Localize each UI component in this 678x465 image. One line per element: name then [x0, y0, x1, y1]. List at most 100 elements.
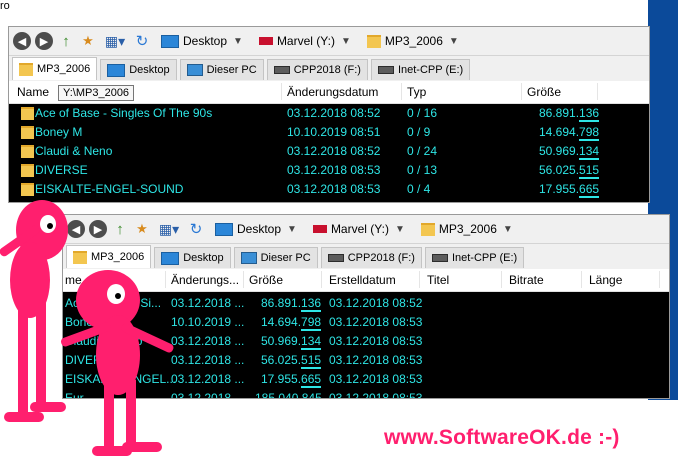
cell-modified: 03.12.2018 08:52 [287, 106, 381, 120]
tab-label: MP3_2006 [37, 63, 91, 75]
cell-name: Boney M [35, 125, 83, 139]
size-underlined: 136 [579, 106, 600, 122]
drive-icon [327, 254, 344, 262]
table-row[interactable]: Ace of Base - Singles Of The 90s 03.12.2… [9, 104, 649, 123]
size-underlined: 136 [301, 296, 322, 312]
size-underlined: 515 [579, 163, 600, 179]
size-underlined: 134 [579, 144, 600, 160]
tab-label: Inet-CPP (E:) [451, 252, 518, 264]
folder-icon [21, 126, 34, 139]
marvel-drive-icon [312, 225, 327, 233]
cell-size: 50.969.134 [261, 334, 322, 350]
table-row[interactable]: Claudi & Neno 03.12.2018 08:52 0 / 24 50… [9, 142, 649, 161]
cell-modified: 10.10.2019 08:51 [287, 125, 381, 139]
chevron-down-icon[interactable]: ▼ [233, 36, 243, 47]
folder-icon [420, 222, 435, 236]
breadcrumb-marvel[interactable]: Marvel (Y:) ▼ [307, 218, 411, 240]
column-header-modified[interactable]: Änderungsdatum [287, 85, 378, 99]
folder-icon [366, 34, 381, 48]
cell-modified: 03.12.2018 ... [171, 296, 245, 310]
table-row[interactable]: Boney M 10.10.2019 08:51 0 / 9 14.694.79… [9, 123, 649, 142]
cell-modified: 03.12.2018 08:53 [287, 182, 381, 196]
cell-size: 86.891.136 [261, 296, 322, 312]
watermark-text: www.SoftwareOK.de :-) [384, 426, 620, 449]
column-header-name[interactable]: Name [17, 85, 49, 99]
forward-arrow-icon[interactable]: ▶ [35, 32, 53, 50]
column-header-size[interactable]: Größe [527, 85, 561, 99]
cell-type: 0 / 13 [407, 163, 438, 177]
tab-cpp2018[interactable]: CPP2018 (F:) [266, 59, 368, 80]
column-header-size[interactable]: Größe [249, 273, 283, 287]
size-underlined: 515 [301, 353, 322, 369]
tab-cpp2018[interactable]: CPP2018 (F:) [320, 247, 422, 268]
drive-icon [273, 66, 290, 74]
column-header-title[interactable]: Titel [427, 273, 449, 287]
pc-icon [240, 252, 257, 264]
refresh-icon[interactable]: ↻ [133, 32, 151, 50]
size-main: 86.891. [539, 106, 580, 120]
cell-size: 14.694.798 [539, 125, 600, 141]
cell-modified: 03.12.2018 ... [171, 372, 245, 386]
refresh-icon[interactable]: ↻ [187, 220, 205, 238]
tab-inet-cpp[interactable]: Inet-CPP (E:) [424, 247, 525, 268]
file-list: Ace of Base - Singles Of The 90s 03.12.2… [9, 104, 649, 202]
tab-label: Dieser PC [260, 252, 311, 264]
chevron-down-icon[interactable]: ▼ [503, 224, 513, 235]
size-main: 17.955. [261, 372, 302, 386]
column-header-length[interactable]: Länge [589, 273, 622, 287]
size-main: 56.025. [539, 163, 580, 177]
column-header-modified[interactable]: Änderungs... [171, 273, 239, 287]
cell-modified: 03.12.2018 08:53 [287, 163, 381, 177]
cell-modified: 03.12.2018 ... [171, 353, 245, 367]
size-main: 50.969. [539, 144, 580, 158]
desktop-icon [107, 63, 126, 77]
tab-bar: MP3_2006 Desktop Dieser PC CPP2018 (F:) … [9, 56, 649, 80]
size-main: 14.694. [261, 315, 302, 329]
view-grid-icon[interactable]: ▦▾ [101, 32, 129, 50]
breadcrumb-desktop[interactable]: Desktop ▼ [155, 30, 249, 52]
drive-icon [377, 66, 394, 74]
cell-modified: 10.10.2019 ... [171, 315, 245, 329]
cell-size: 86.891.136 [539, 106, 600, 122]
breadcrumb-mp3[interactable]: MP3_2006 ▼ [361, 30, 465, 52]
chevron-down-icon[interactable]: ▼ [449, 36, 459, 47]
tab-label: CPP2018 (F:) [347, 252, 415, 264]
tab-mp3-2006[interactable]: MP3_2006 [12, 57, 98, 80]
cell-modified: 03.12.2018 ... [171, 391, 245, 399]
cell-type: 0 / 16 [407, 106, 438, 120]
tab-dieser-pc[interactable]: Dieser PC [233, 247, 318, 268]
breadcrumb-label: MP3_2006 [384, 34, 443, 48]
cell-name: DIVERSE [35, 163, 88, 177]
breadcrumb-marvel[interactable]: Marvel (Y:) ▼ [253, 30, 357, 52]
cell-created: 03.12.2018 08:53 [329, 391, 423, 399]
favorites-icon[interactable]: ★ [79, 32, 97, 50]
breadcrumb-label: Desktop [237, 222, 282, 236]
up-arrow-icon[interactable]: ↑ [57, 32, 75, 50]
breadcrumb-desktop[interactable]: Desktop ▼ [209, 218, 303, 240]
marvel-drive-icon [258, 37, 273, 45]
column-header-bitrate[interactable]: Bitrate [509, 273, 544, 287]
chevron-down-icon[interactable]: ▼ [287, 224, 297, 235]
chevron-down-icon[interactable]: ▼ [341, 36, 351, 47]
table-row[interactable]: DIVERSE 03.12.2018 08:53 0 / 13 56.025.5… [9, 161, 649, 180]
size-underlined: 134 [301, 334, 322, 350]
column-header-type[interactable]: Typ [407, 85, 426, 99]
folder-icon [21, 164, 34, 177]
size-main: 17.955. [539, 182, 580, 196]
mascot-figures-icon [0, 200, 174, 456]
column-header-created[interactable]: Erstelldatum [329, 273, 396, 287]
breadcrumb-mp3[interactable]: MP3_2006 ▼ [415, 218, 519, 240]
chevron-down-icon[interactable]: ▼ [395, 224, 405, 235]
tab-inet-cpp[interactable]: Inet-CPP (E:) [370, 59, 471, 80]
folder-icon [21, 107, 34, 120]
back-arrow-icon[interactable]: ◀ [13, 32, 31, 50]
size-underlined: 665 [579, 182, 600, 198]
cell-name: Claudi & Neno [35, 144, 113, 158]
cell-created: 03.12.2018 08:53 [329, 372, 423, 386]
size-main: 14.694. [539, 125, 580, 139]
tab-dieser-pc[interactable]: Dieser PC [179, 59, 264, 80]
tab-label: Dieser PC [206, 64, 257, 76]
cell-size: 50.969.134 [539, 144, 600, 160]
tab-desktop[interactable]: Desktop [100, 59, 177, 80]
toolbar: ◀ ▶ ↑ ★ ▦▾ ↻ Desktop ▼ Marvel (Y:) ▼ MP3_2… [9, 27, 649, 56]
